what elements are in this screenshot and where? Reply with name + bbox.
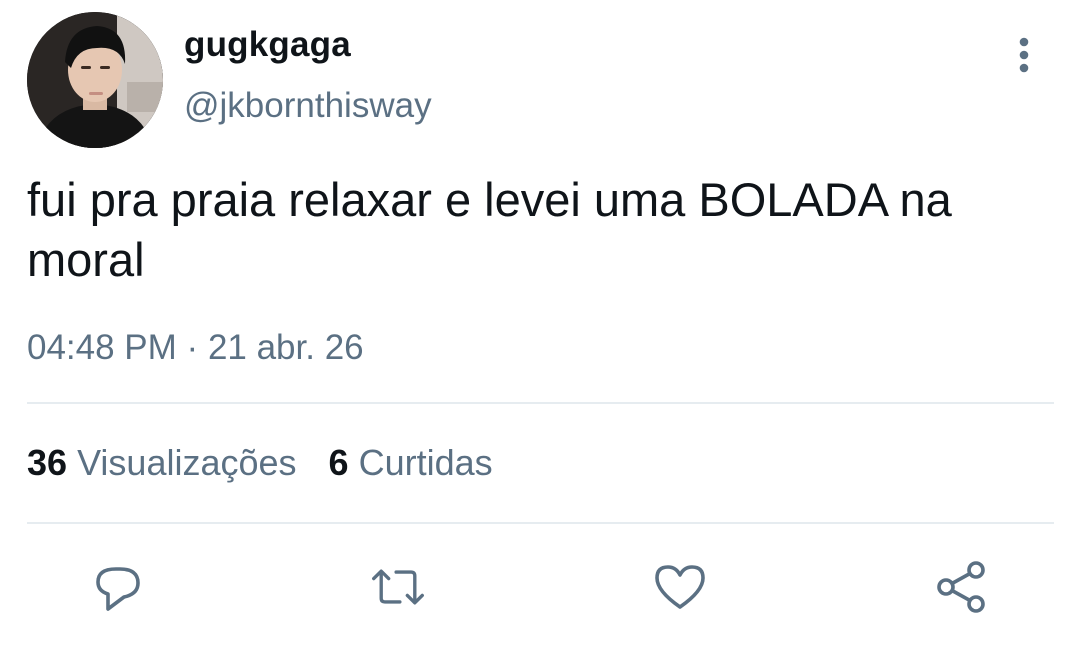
reply-icon xyxy=(96,567,140,611)
likes-label: Curtidas xyxy=(358,442,493,483)
heart-icon xyxy=(655,565,705,609)
likes-stat[interactable]: 6 Curtidas xyxy=(329,442,493,483)
more-vertical-icon xyxy=(1019,37,1029,73)
divider xyxy=(27,402,1054,404)
avatar-image xyxy=(27,12,163,148)
divider xyxy=(27,522,1054,524)
more-options-button[interactable] xyxy=(1005,35,1045,77)
tweet-date: 21 abr. 26 xyxy=(207,328,364,367)
views-label: Visualizações xyxy=(77,442,297,483)
display-name[interactable]: gugkgaga xyxy=(184,25,351,65)
likes-count: 6 xyxy=(328,442,349,483)
retweet-icon xyxy=(372,569,424,605)
retweet-button[interactable] xyxy=(370,559,426,615)
reply-button[interactable] xyxy=(90,559,146,615)
views-count: 36 xyxy=(27,442,68,483)
meta-separator: · xyxy=(186,328,199,367)
views-stat[interactable]: 36 Visualizações xyxy=(27,442,297,483)
tweet-timestamp[interactable]: 04:48 PM · 21 abr. 26 xyxy=(27,328,364,368)
tweet-text: fui pra praia relaxar e levei uma BOLADA… xyxy=(27,173,952,286)
tweet-time: 04:48 PM xyxy=(27,328,177,367)
like-button[interactable] xyxy=(652,559,708,615)
share-icon xyxy=(937,561,985,613)
tweet-stats: 36 Visualizações 6 Curtidas xyxy=(27,442,493,484)
avatar[interactable] xyxy=(27,12,163,148)
user-handle[interactable]: @jkbornthisway xyxy=(184,86,432,126)
share-button[interactable] xyxy=(934,559,990,615)
